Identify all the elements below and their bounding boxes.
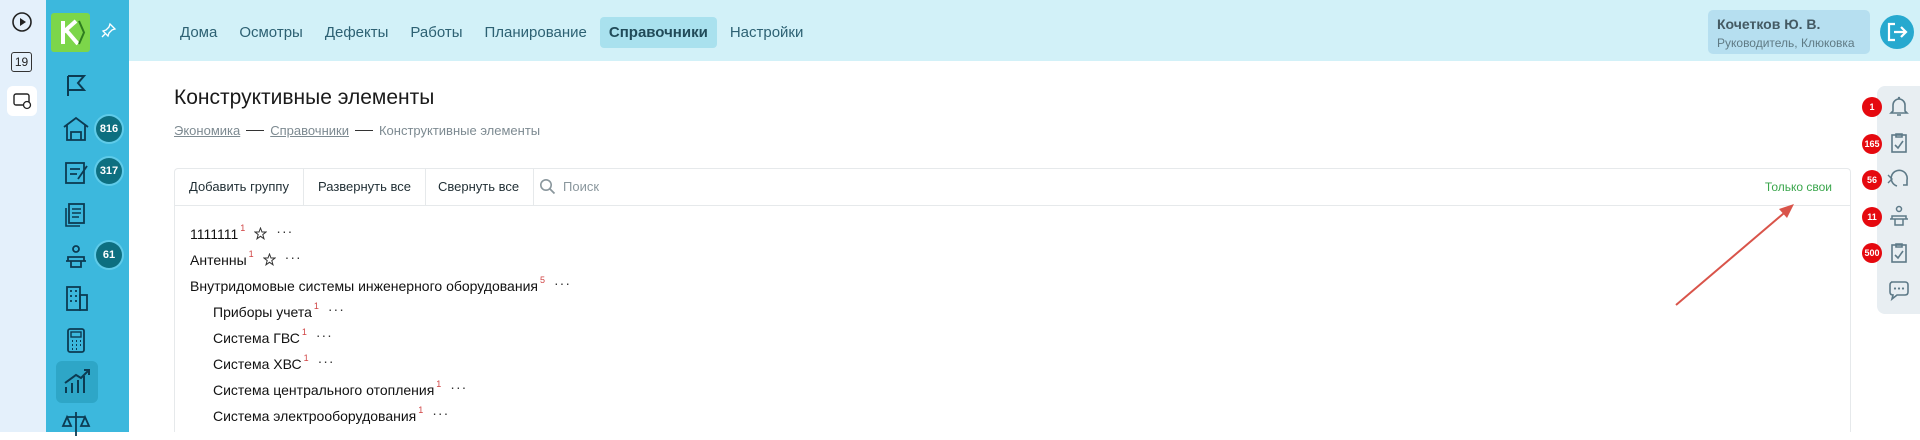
- tree-item-label: Внутридомовые системы инженерного оборуд…: [190, 278, 538, 294]
- elements-panel: Добавить группу Развернуть все Свернуть …: [174, 168, 1851, 432]
- menu-item-defects[interactable]: Дефекты: [316, 17, 398, 48]
- menu-item-planning[interactable]: Планирование: [476, 17, 596, 48]
- tree-item-count: 5: [539, 275, 545, 285]
- tree-item-count: 1: [418, 405, 424, 415]
- sidebar-analytics-icon[interactable]: [56, 361, 98, 403]
- app-logo[interactable]: [51, 13, 90, 52]
- logout-button[interactable]: [1880, 15, 1914, 49]
- tree-item-label: 1111111: [190, 226, 239, 242]
- pin-icon[interactable]: [101, 22, 117, 38]
- tree-item[interactable]: Система ГВС 1 ···: [213, 328, 333, 348]
- user-card[interactable]: Кочетков Ю. В. Руководитель, Клюковка: [1708, 10, 1870, 54]
- tree-item[interactable]: Система ХВС 1 ···: [213, 354, 335, 374]
- sidebar-scales-icon[interactable]: [60, 408, 92, 440]
- sidebar-works-icon[interactable]: [60, 240, 92, 272]
- menu-item-houses[interactable]: Дома: [171, 17, 226, 48]
- breadcrumb: Экономика Справочники Конструктивные эле…: [174, 123, 540, 138]
- top-navigation: Дома Осмотры Дефекты Работы Планирование…: [129, 0, 1920, 61]
- more-actions-icon[interactable]: ···: [318, 354, 335, 368]
- sidebar-badge: 61: [96, 242, 122, 268]
- tree-item-label: Система ГВС: [213, 330, 300, 346]
- menu-item-settings[interactable]: Настройки: [721, 17, 813, 48]
- bell-icon[interactable]: [1886, 93, 1912, 119]
- collapse-all-button[interactable]: Свернуть все: [424, 169, 535, 205]
- sidebar-inspection-icon[interactable]: [60, 156, 92, 188]
- add-group-button[interactable]: Добавить группу: [175, 169, 304, 205]
- support-agent-icon[interactable]: [1886, 166, 1912, 192]
- breadcrumb-current: Конструктивные элементы: [378, 123, 541, 138]
- search-input[interactable]: Поиск: [539, 178, 599, 195]
- tree-item-count: 1: [436, 379, 442, 389]
- tree-item[interactable]: Внутридомовые системы инженерного оборуд…: [190, 276, 571, 296]
- tree-item-label: Система ХВС: [213, 356, 302, 372]
- more-actions-icon[interactable]: ···: [450, 380, 467, 394]
- more-actions-icon[interactable]: ···: [432, 406, 449, 420]
- works-icon[interactable]: [1886, 203, 1912, 229]
- only-mine-filter[interactable]: Только свои: [1765, 169, 1832, 205]
- tree-item-count: 1: [248, 249, 254, 259]
- expand-all-button[interactable]: Развернуть все: [304, 169, 427, 205]
- tree-item-label: Система центрального отопления: [213, 382, 435, 398]
- sidebar-badge: 816: [96, 116, 122, 142]
- tree-item[interactable]: 1111111 1 ···: [190, 224, 293, 244]
- monitor-icon[interactable]: [7, 86, 37, 116]
- main-menu: Дома Осмотры Дефекты Работы Планирование…: [171, 17, 812, 48]
- tree-item-label: Антенны: [190, 252, 247, 268]
- tree-item-count: 1: [303, 353, 309, 363]
- notification-badge: 500: [1862, 243, 1882, 263]
- notification-badge: 56: [1862, 170, 1882, 190]
- search-placeholder: Поиск: [563, 179, 600, 194]
- more-actions-icon[interactable]: ···: [276, 224, 293, 238]
- more-actions-icon[interactable]: ···: [328, 302, 345, 316]
- more-actions-icon[interactable]: ···: [285, 250, 302, 264]
- tree-item-label: Система электрооборудования: [213, 408, 417, 424]
- star-icon[interactable]: [262, 253, 276, 266]
- notification-badge: 11: [1862, 207, 1882, 227]
- logout-icon: [1887, 22, 1908, 42]
- system-strip: 19: [0, 0, 46, 432]
- breadcrumb-separator: [246, 130, 265, 131]
- sidebar-building-icon[interactable]: [60, 282, 92, 314]
- menu-item-references[interactable]: Справочники: [599, 17, 717, 48]
- tree-item[interactable]: Система центрального отопления 1 ···: [213, 380, 467, 400]
- breadcrumb-references[interactable]: Справочники: [270, 123, 349, 138]
- sidebar-documents-icon[interactable]: [60, 198, 92, 230]
- sidebar-calculator-icon[interactable]: [60, 324, 92, 356]
- notification-badge: 1: [1862, 97, 1882, 117]
- search-icon: [540, 179, 556, 195]
- sidebar-flag-icon[interactable]: [60, 70, 92, 102]
- toolbar: Добавить группу Развернуть все Свернуть …: [175, 169, 1850, 206]
- tree-item-count: 1: [301, 327, 307, 337]
- tree-item[interactable]: Приборы учета 1 ···: [213, 302, 345, 322]
- tree-item[interactable]: Антенны 1 ···: [190, 250, 302, 270]
- user-name: Кочетков Ю. В.: [1717, 16, 1821, 32]
- tree-item-label: Приборы учета: [213, 304, 312, 320]
- tree-item[interactable]: Система электрооборудования 1 ···: [213, 406, 449, 426]
- breadcrumb-economics[interactable]: Экономика: [174, 123, 240, 138]
- tree-item-count: 1: [313, 301, 319, 311]
- sidebar-houses-icon[interactable]: [60, 113, 92, 145]
- tree-item-count: 1: [240, 223, 246, 233]
- clipboard-check-icon[interactable]: [1886, 130, 1912, 156]
- chat-icon[interactable]: [1886, 276, 1912, 302]
- play-clock-icon[interactable]: [11, 11, 33, 33]
- calendar-day: 19: [14, 55, 29, 69]
- more-actions-icon[interactable]: ···: [554, 276, 571, 290]
- menu-item-inspections[interactable]: Осмотры: [230, 17, 312, 48]
- notification-badge: 165: [1862, 134, 1882, 154]
- menu-item-works[interactable]: Работы: [401, 17, 471, 48]
- clipboard-check-icon[interactable]: [1886, 240, 1912, 266]
- user-role: Руководитель, Клюковка: [1717, 36, 1855, 50]
- page-title: Конструктивные элементы: [174, 86, 435, 109]
- breadcrumb-separator: [354, 130, 373, 131]
- sidebar-badge: 317: [96, 158, 122, 184]
- calendar-icon[interactable]: 19: [11, 52, 32, 72]
- star-icon[interactable]: [254, 227, 268, 240]
- more-actions-icon[interactable]: ···: [316, 328, 333, 342]
